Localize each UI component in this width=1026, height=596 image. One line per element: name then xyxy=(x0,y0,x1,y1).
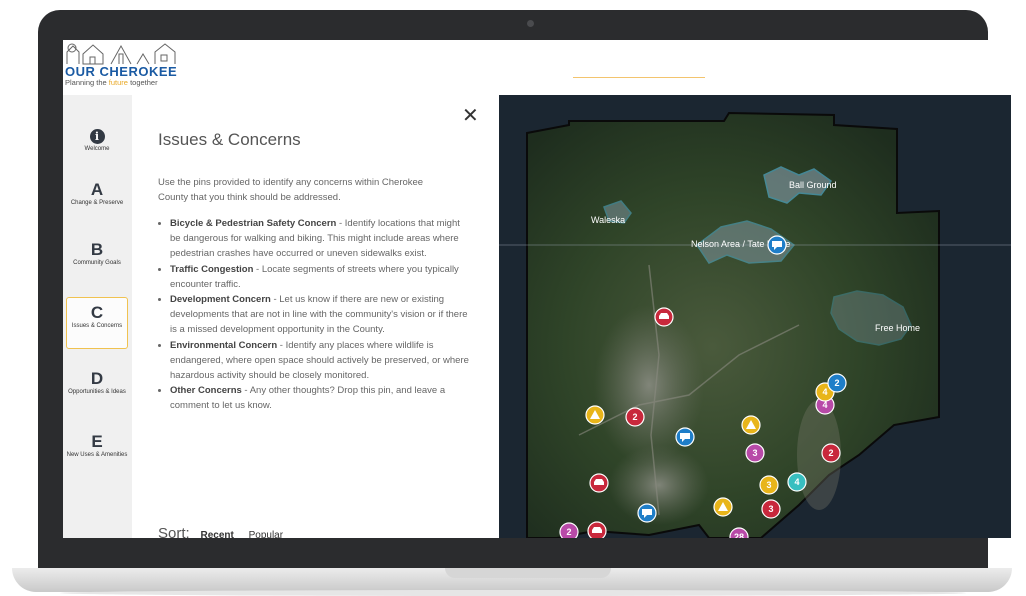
close-icon[interactable]: ✕ xyxy=(462,103,479,127)
sidebar-item-label: Welcome xyxy=(84,146,110,152)
concern-list: Bicycle & Pedestrian Safety Concern - Id… xyxy=(158,216,470,414)
place-label: Free Home xyxy=(875,323,920,333)
cluster-pin[interactable]: 3 xyxy=(761,499,781,519)
concern-title: Development Concern xyxy=(170,294,271,306)
header-accent-line xyxy=(573,77,705,78)
concern-title: Environmental Concern xyxy=(170,339,278,351)
comment-pin[interactable] xyxy=(675,427,695,447)
sidebar-item-letter: E xyxy=(91,432,103,451)
laptop-shadow xyxy=(60,590,966,596)
sidebar-item-label: New Uses & Amenities xyxy=(66,452,128,458)
car-pin[interactable] xyxy=(654,307,674,327)
place-label: Waleska xyxy=(591,215,625,225)
warning-pin[interactable] xyxy=(741,415,761,435)
sidebar-item-label: Opportunities & Ideas xyxy=(68,389,126,395)
list-item: Development Concern - Let us know if the… xyxy=(170,292,470,338)
list-item: Environmental Concern - Identify any pla… xyxy=(170,338,470,384)
sort-popular-button[interactable]: Popular xyxy=(249,530,283,538)
app-screen: OUR CHEROKEE Planning the future togethe… xyxy=(63,40,1011,538)
pin-count: 4 xyxy=(794,477,799,487)
sidebar-item-welcome[interactable]: i Welcome xyxy=(66,127,128,153)
list-item: Traffic Congestion - Locate segments of … xyxy=(170,262,470,292)
warning-pin[interactable] xyxy=(713,497,733,517)
logo-tag-after: together xyxy=(127,78,158,87)
sidebar-item-letter: D xyxy=(90,369,104,388)
concern-title: Traffic Congestion xyxy=(170,263,254,275)
sidebar-item-letter: A xyxy=(90,180,104,199)
sidebar-item-label: Issues & Concerns xyxy=(71,323,123,329)
sort-bar: Sort: Recent Popular xyxy=(158,525,295,538)
concern-title: Bicycle & Pedestrian Safety Concern xyxy=(170,218,337,229)
logo-tag-before: Planning the xyxy=(65,78,109,87)
pin-count: 3 xyxy=(752,448,757,458)
cluster-pin[interactable]: 2 xyxy=(559,522,579,538)
sidebar-item-opportunities-ideas[interactable]: D Opportunities & Ideas xyxy=(66,370,128,396)
panel-intro: Use the pins provided to identify any co… xyxy=(158,177,424,203)
warning-pin[interactable] xyxy=(585,405,605,425)
cluster-pin[interactable]: 2 xyxy=(821,443,841,463)
concern-title: Other Concerns xyxy=(170,385,242,397)
sidebar-item-label: Community Goals xyxy=(73,260,121,266)
list-item: Bicycle & Pedestrian Safety Concern - Id… xyxy=(170,216,470,262)
sort-label: Sort: xyxy=(158,525,190,538)
car-icon xyxy=(659,313,669,319)
sidebar-item-letter: C xyxy=(90,303,104,322)
sidebar-item-new-uses-amenities[interactable]: E New Uses & Amenities xyxy=(66,433,128,459)
pin-count: 2 xyxy=(632,412,637,422)
app-header: OUR CHEROKEE Planning the future togethe… xyxy=(63,40,1011,95)
pin-count: 2 xyxy=(566,527,571,537)
cluster-pin[interactable]: 2 xyxy=(827,373,847,393)
cluster-pin[interactable]: 2 xyxy=(625,407,645,427)
pin-count: 28 xyxy=(734,532,744,538)
pin-count: 2 xyxy=(828,448,833,458)
logo-title: OUR CHEROKEE xyxy=(65,64,178,79)
sidebar-item-community-goals[interactable]: B Community Goals xyxy=(66,241,128,267)
panel-title: Issues & Concerns xyxy=(158,130,301,149)
sidebar: i Welcome A Change & Preserve B Communit… xyxy=(63,95,132,538)
sidebar-item-label: Change & Preserve xyxy=(70,200,124,206)
sidebar-item-issues-concerns[interactable]: C Issues & Concerns xyxy=(66,297,128,349)
info-icon: i xyxy=(89,129,105,144)
car-pin[interactable] xyxy=(587,521,607,538)
cluster-pin[interactable]: 4 xyxy=(787,472,807,492)
logo-tagline: Planning the future together xyxy=(65,78,158,87)
pin-count: 3 xyxy=(766,480,771,490)
sidebar-item-change-preserve[interactable]: A Change & Preserve xyxy=(66,181,128,207)
cluster-pin[interactable]: 3 xyxy=(759,475,779,495)
car-pin[interactable] xyxy=(589,473,609,493)
car-icon xyxy=(594,479,604,485)
place-label: Ball Ground xyxy=(789,180,837,190)
satellite-map[interactable]: Ball Ground Waleska Nelson Area / Tate R… xyxy=(499,95,1011,538)
our-cherokee-logo[interactable]: OUR CHEROKEE Planning the future togethe… xyxy=(63,40,203,95)
sidebar-item-letter: B xyxy=(90,240,104,259)
comment-pin[interactable] xyxy=(767,235,787,255)
webcam xyxy=(527,20,534,27)
laptop-notch xyxy=(445,568,611,578)
sort-recent-button[interactable]: Recent xyxy=(200,530,233,538)
comment-pin[interactable] xyxy=(637,503,657,523)
pin-count: 2 xyxy=(834,378,839,388)
pin-count: 4 xyxy=(822,387,827,397)
cluster-pin[interactable]: 3 xyxy=(745,443,765,463)
list-item: Other Concerns - Any other thoughts? Dro… xyxy=(170,383,470,413)
car-icon xyxy=(592,527,602,533)
issues-panel: ✕ Issues & Concerns Use the pins provide… xyxy=(132,95,499,538)
map-view[interactable]: Ball Ground Waleska Nelson Area / Tate R… xyxy=(499,95,1011,538)
logo-tag-highlight: future xyxy=(108,78,128,87)
pin-count: 3 xyxy=(768,504,773,514)
